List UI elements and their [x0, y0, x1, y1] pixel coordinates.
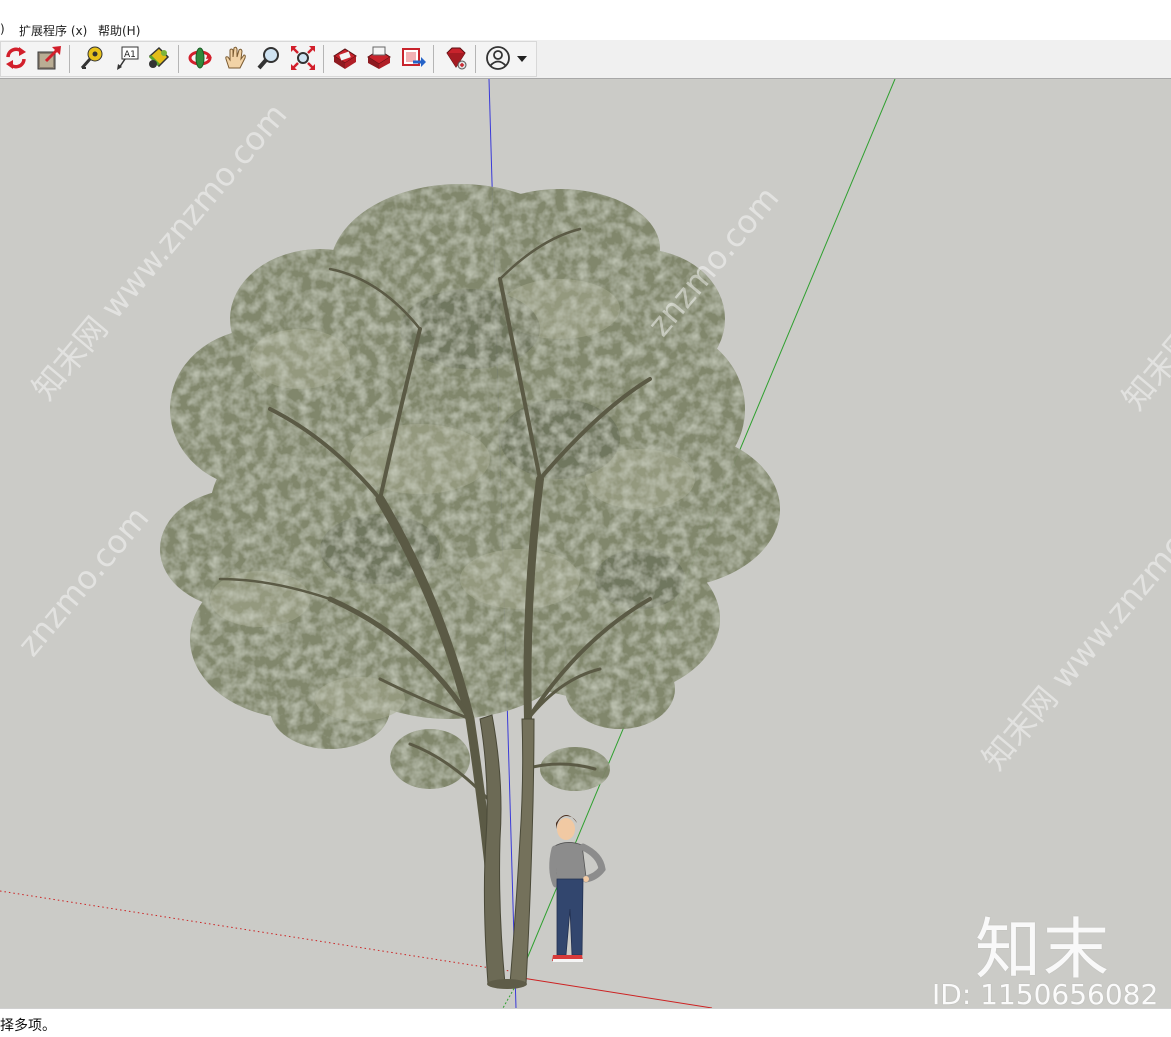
account-user-icon[interactable] [484, 44, 512, 72]
pan-hand-icon[interactable] [221, 44, 249, 72]
toolbar-separator [433, 45, 434, 73]
3d-warehouse-icon[interactable] [331, 44, 359, 72]
paint-bucket-icon[interactable] [144, 44, 172, 72]
main-toolbar: A1 [0, 40, 1171, 79]
red-axis-dotted [0, 890, 517, 973]
zoom-icon[interactable] [255, 44, 283, 72]
tree-trunk [479, 714, 535, 989]
menu-item-extensions[interactable]: 扩展程序 (x) [19, 22, 87, 39]
export-model-icon[interactable] [35, 44, 63, 72]
toolbar-separator [475, 45, 476, 73]
ruby-extension-icon[interactable] [441, 44, 469, 72]
status-bar: 择多项。 [0, 1008, 1171, 1037]
tree [160, 184, 780, 791]
model-viewport[interactable]: 知末网 www.znzmo.com znzmo.com znzmo.com 知末… [0, 79, 1171, 1008]
toolbar-separator [178, 45, 179, 73]
zoom-extents-icon[interactable] [289, 44, 317, 72]
dropdown-arrow-icon[interactable] [514, 44, 530, 72]
menu-item-partial[interactable]: ) [0, 22, 5, 36]
brand-id: ID: 1150656082 [932, 978, 1159, 1011]
menu-item-help[interactable]: 帮助(H) [98, 22, 140, 39]
tape-measure-icon[interactable] [78, 44, 106, 72]
toolbar-separator [323, 45, 324, 73]
scene-canvas [0, 79, 896, 1008]
share-model-icon[interactable] [365, 44, 393, 72]
extension-warehouse-icon[interactable] [399, 44, 427, 72]
svg-text:A1: A1 [124, 50, 136, 60]
rotate-refresh-icon[interactable] [2, 44, 30, 72]
red-axis [515, 976, 713, 1008]
text-label-icon[interactable]: A1 [113, 44, 141, 72]
toolbar-separator [69, 45, 70, 73]
person-scale-figure [549, 815, 606, 962]
status-text: 择多项。 [0, 1018, 56, 1034]
menu-bar: ) 扩展程序 (x) 帮助(H) [0, 0, 1171, 40]
orbit-icon[interactable] [186, 44, 214, 72]
